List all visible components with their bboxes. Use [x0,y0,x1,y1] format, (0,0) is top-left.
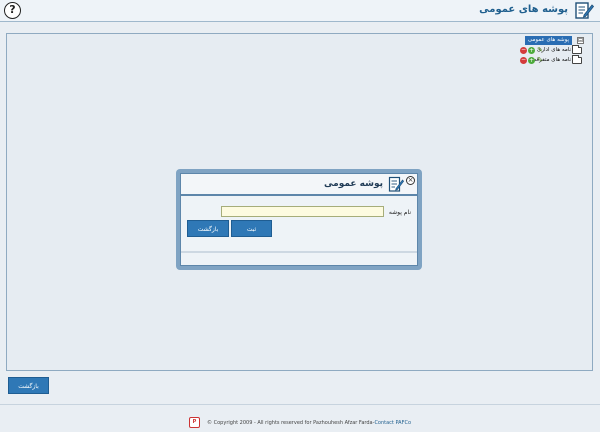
back-button[interactable]: بازگشت [8,377,49,394]
folder-icon [572,55,582,64]
dialog-submit-button[interactable]: ثبت [231,220,272,237]
contact-link[interactable]: Contact PAFCo [374,420,411,426]
dialog-footer-divider [181,251,417,253]
edit-document-icon [388,176,404,192]
footer: P © Copyright 2009 - All rights reserved… [0,412,600,428]
tree-root[interactable]: ⊟ پوشه های عمومی [514,36,584,45]
dialog-title: پوشه عمومی [324,179,383,189]
tree-root-label[interactable]: پوشه های عمومی [524,36,572,45]
folder-name-input[interactable] [221,206,384,217]
dialog-body: × پوشه عمومی نام پوشه بازگشت ثبت [180,173,418,266]
dialog-header: × پوشه عمومی [181,174,417,196]
edit-icon[interactable]: ✎ [536,57,543,64]
folder-name-label: نام پوشه [388,209,411,216]
top-bar: ? پوشه های عمومی [0,0,600,22]
page-title: پوشه های عمومی [479,4,568,15]
remove-icon[interactable]: − [520,47,527,54]
remove-icon[interactable]: − [520,57,527,64]
footer-divider [0,404,600,405]
copyright-text: © Copyright 2009 - All rights reserved f… [207,419,373,426]
add-icon[interactable]: + [528,57,535,64]
tree-item-administrative-letters[interactable]: نامه های اداری ✎ + − [494,45,584,55]
company-logo-icon: P [188,417,200,428]
folder-icon [572,45,582,54]
close-icon[interactable]: × [406,176,415,185]
folder-dialog: × پوشه عمومی نام پوشه بازگشت ثبت [176,169,422,270]
help-icon[interactable]: ? [4,2,21,19]
tree-item-miscellaneous-letters[interactable]: نامه های متفرقه ✎ + − [494,55,584,65]
dialog-back-button[interactable]: بازگشت [187,220,229,237]
edit-icon[interactable]: ✎ [536,47,543,54]
add-icon[interactable]: + [528,47,535,54]
edit-document-icon [575,2,594,19]
tree-collapse-icon[interactable]: ⊟ [577,37,584,44]
